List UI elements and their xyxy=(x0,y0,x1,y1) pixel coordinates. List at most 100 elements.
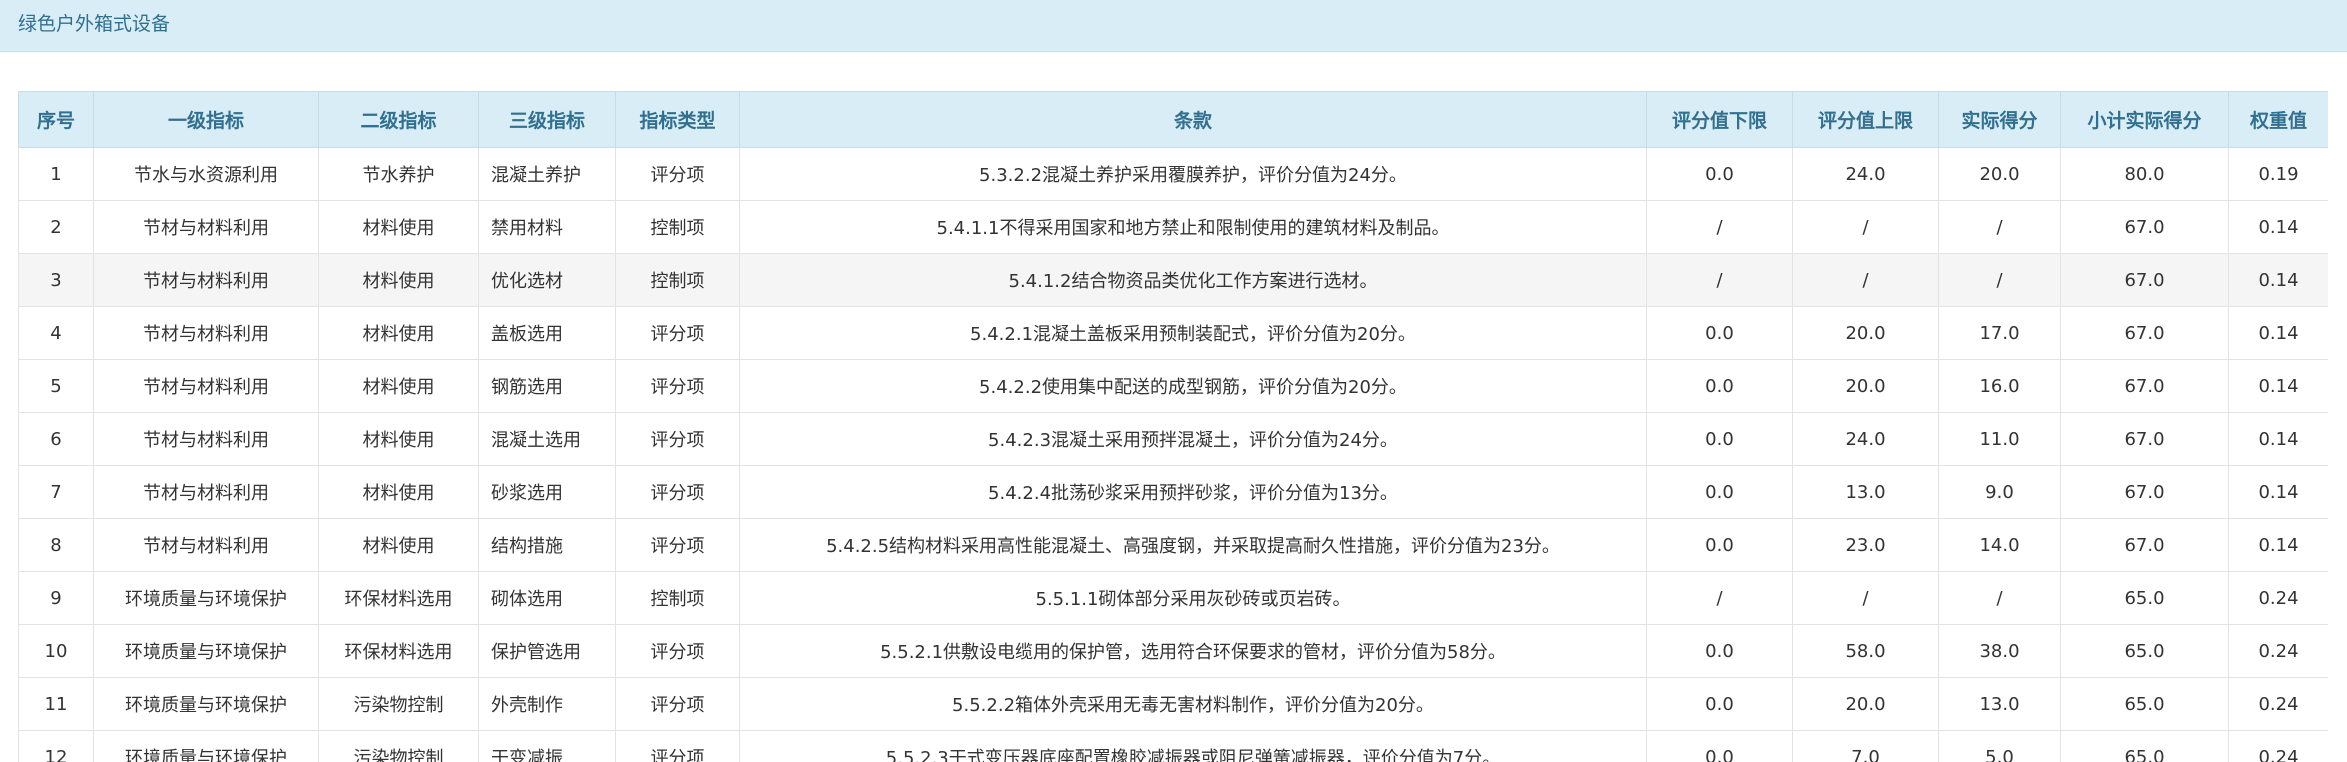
cell-level2: 材料使用 xyxy=(318,465,479,519)
cell-subtotal: 65.0 xyxy=(2060,624,2229,678)
cell-level3: 优化选材 xyxy=(478,253,616,307)
cell-score: 9.0 xyxy=(1938,465,2061,519)
col-header-clause[interactable]: 条款 xyxy=(739,91,1647,148)
cell-level3: 混凝土选用 xyxy=(478,412,616,466)
cell-score: 16.0 xyxy=(1938,359,2061,413)
cell-min: 0.0 xyxy=(1646,730,1793,762)
cell-score: 11.0 xyxy=(1938,412,2061,466)
cell-index: 12 xyxy=(18,730,94,762)
cell-min: 0.0 xyxy=(1646,465,1793,519)
cell-index: 10 xyxy=(18,624,94,678)
cell-index: 5 xyxy=(18,359,94,413)
cell-max: 23.0 xyxy=(1792,518,1939,572)
cell-level3: 混凝土养护 xyxy=(478,147,616,201)
cell-weight: 0.19 xyxy=(2228,147,2328,201)
cell-score: 20.0 xyxy=(1938,147,2061,201)
cell-score: / xyxy=(1938,200,2061,254)
table-row[interactable]: 10 环境质量与环境保护 环保材料选用 保护管选用 评分项 5.5.2.1供敷设电缆用的保… xyxy=(18,624,2328,678)
cell-clause: 5.5.2.1供敷设电缆用的保护管，选用符合环保要求的管材，评价分值为58分。 xyxy=(739,624,1647,678)
cell-score: / xyxy=(1938,253,2061,307)
cell-score: 5.0 xyxy=(1938,730,2061,762)
cell-weight: 0.14 xyxy=(2228,465,2328,519)
table-row[interactable]: 6 节材与材料利用 材料使用 混凝土选用 评分项 5.4.2.3混凝土采用预拌混凝土，评价… xyxy=(18,412,2328,466)
col-header-type[interactable]: 指标类型 xyxy=(615,91,740,148)
table-row[interactable]: 12 环境质量与环境保护 污染物控制 干变减振 评分项 5.5.2.3干式变压器底座配置橡… xyxy=(18,730,2328,762)
cell-min: 0.0 xyxy=(1646,306,1793,360)
table-row[interactable]: 9 环境质量与环境保护 环保材料选用 砌体选用 控制项 5.5.1.1砌体部分采用灰砂砖或… xyxy=(18,571,2328,625)
cell-index: 4 xyxy=(18,306,94,360)
cell-level2: 材料使用 xyxy=(318,253,479,307)
cell-max: 24.0 xyxy=(1792,147,1939,201)
cell-max: 7.0 xyxy=(1792,730,1939,762)
cell-max: / xyxy=(1792,571,1939,625)
cell-subtotal: 67.0 xyxy=(2060,253,2229,307)
cell-level3: 禁用材料 xyxy=(478,200,616,254)
cell-max: / xyxy=(1792,200,1939,254)
cell-clause: 5.4.2.2使用集中配送的成型钢筋，评价分值为20分。 xyxy=(739,359,1647,413)
table-row[interactable]: 11 环境质量与环境保护 污染物控制 外壳制作 评分项 5.5.2.2箱体外壳采用无毒无害… xyxy=(18,677,2328,731)
cell-subtotal: 65.0 xyxy=(2060,571,2229,625)
scores-table-container: 序号 一级指标 二级指标 三级指标 指标类型 条款 评分值下限 评分值上限 实际… xyxy=(18,91,2328,762)
cell-clause: 5.3.2.2混凝土养护采用覆膜养护，评价分值为24分。 xyxy=(739,147,1647,201)
cell-index: 2 xyxy=(18,200,94,254)
table-row[interactable]: 3 节材与材料利用 材料使用 优化选材 控制项 5.4.1.2结合物资品类优化工作方案进行… xyxy=(18,253,2328,307)
cell-index: 7 xyxy=(18,465,94,519)
cell-subtotal: 65.0 xyxy=(2060,677,2229,731)
cell-level3: 保护管选用 xyxy=(478,624,616,678)
table-row[interactable]: 5 节材与材料利用 材料使用 钢筋选用 评分项 5.4.2.2使用集中配送的成型钢筋，评价… xyxy=(18,359,2328,413)
cell-index: 8 xyxy=(18,518,94,572)
cell-subtotal: 80.0 xyxy=(2060,147,2229,201)
cell-weight: 0.14 xyxy=(2228,412,2328,466)
cell-level3: 砂浆选用 xyxy=(478,465,616,519)
col-header-weight[interactable]: 权重值 xyxy=(2228,91,2328,148)
col-header-level3[interactable]: 三级指标 xyxy=(478,91,616,148)
cell-index: 1 xyxy=(18,147,94,201)
cell-min: 0.0 xyxy=(1646,412,1793,466)
table-row[interactable]: 1 节水与水资源利用 节水养护 混凝土养护 评分项 5.3.2.2混凝土养护采用覆膜养护，… xyxy=(18,147,2328,201)
cell-level2: 材料使用 xyxy=(318,412,479,466)
col-header-level2[interactable]: 二级指标 xyxy=(318,91,479,148)
cell-level2: 环保材料选用 xyxy=(318,571,479,625)
cell-level2: 材料使用 xyxy=(318,518,479,572)
cell-level3: 砌体选用 xyxy=(478,571,616,625)
page-title: 绿色户外箱式设备 xyxy=(18,13,171,35)
cell-level3: 盖板选用 xyxy=(478,306,616,360)
cell-max: 58.0 xyxy=(1792,624,1939,678)
cell-level1: 节材与材料利用 xyxy=(93,359,319,413)
col-header-min[interactable]: 评分值下限 xyxy=(1646,91,1793,148)
cell-level1: 环境质量与环境保护 xyxy=(93,571,319,625)
col-header-index[interactable]: 序号 xyxy=(18,91,94,148)
cell-min: 0.0 xyxy=(1646,624,1793,678)
cell-index: 9 xyxy=(18,571,94,625)
cell-type: 评分项 xyxy=(615,412,740,466)
table-row[interactable]: 4 节材与材料利用 材料使用 盖板选用 评分项 5.4.2.1混凝土盖板采用预制装配式，评… xyxy=(18,306,2328,360)
cell-index: 6 xyxy=(18,412,94,466)
cell-weight: 0.24 xyxy=(2228,624,2328,678)
cell-type: 评分项 xyxy=(615,465,740,519)
cell-subtotal: 67.0 xyxy=(2060,359,2229,413)
cell-level1: 节材与材料利用 xyxy=(93,253,319,307)
cell-clause: 5.4.2.1混凝土盖板采用预制装配式，评价分值为20分。 xyxy=(739,306,1647,360)
cell-level1: 环境质量与环境保护 xyxy=(93,677,319,731)
cell-min: 0.0 xyxy=(1646,677,1793,731)
cell-level2: 污染物控制 xyxy=(318,677,479,731)
cell-index: 3 xyxy=(18,253,94,307)
cell-subtotal: 65.0 xyxy=(2060,730,2229,762)
col-header-max[interactable]: 评分值上限 xyxy=(1792,91,1939,148)
cell-level1: 节材与材料利用 xyxy=(93,200,319,254)
table-row[interactable]: 7 节材与材料利用 材料使用 砂浆选用 评分项 5.4.2.4批荡砂浆采用预拌砂浆，评价分… xyxy=(18,465,2328,519)
table-row[interactable]: 8 节材与材料利用 材料使用 结构措施 评分项 5.4.2.5结构材料采用高性能混凝土、高… xyxy=(18,518,2328,572)
table-body: 1 节水与水资源利用 节水养护 混凝土养护 评分项 5.3.2.2混凝土养护采用覆膜养护，… xyxy=(18,147,2328,762)
cell-min: 0.0 xyxy=(1646,147,1793,201)
cell-subtotal: 67.0 xyxy=(2060,518,2229,572)
cell-subtotal: 67.0 xyxy=(2060,412,2229,466)
table-row[interactable]: 2 节材与材料利用 材料使用 禁用材料 控制项 5.4.1.1不得采用国家和地方禁止和限制… xyxy=(18,200,2328,254)
col-header-subtotal[interactable]: 小计实际得分 xyxy=(2060,91,2229,148)
cell-score: 13.0 xyxy=(1938,677,2061,731)
cell-type: 评分项 xyxy=(615,518,740,572)
cell-type: 评分项 xyxy=(615,306,740,360)
cell-clause: 5.4.2.5结构材料采用高性能混凝土、高强度钢，并采取提高耐久性措施，评价分值… xyxy=(739,518,1647,572)
col-header-score[interactable]: 实际得分 xyxy=(1938,91,2061,148)
cell-clause: 5.4.1.2结合物资品类优化工作方案进行选材。 xyxy=(739,253,1647,307)
col-header-level1[interactable]: 一级指标 xyxy=(93,91,319,148)
